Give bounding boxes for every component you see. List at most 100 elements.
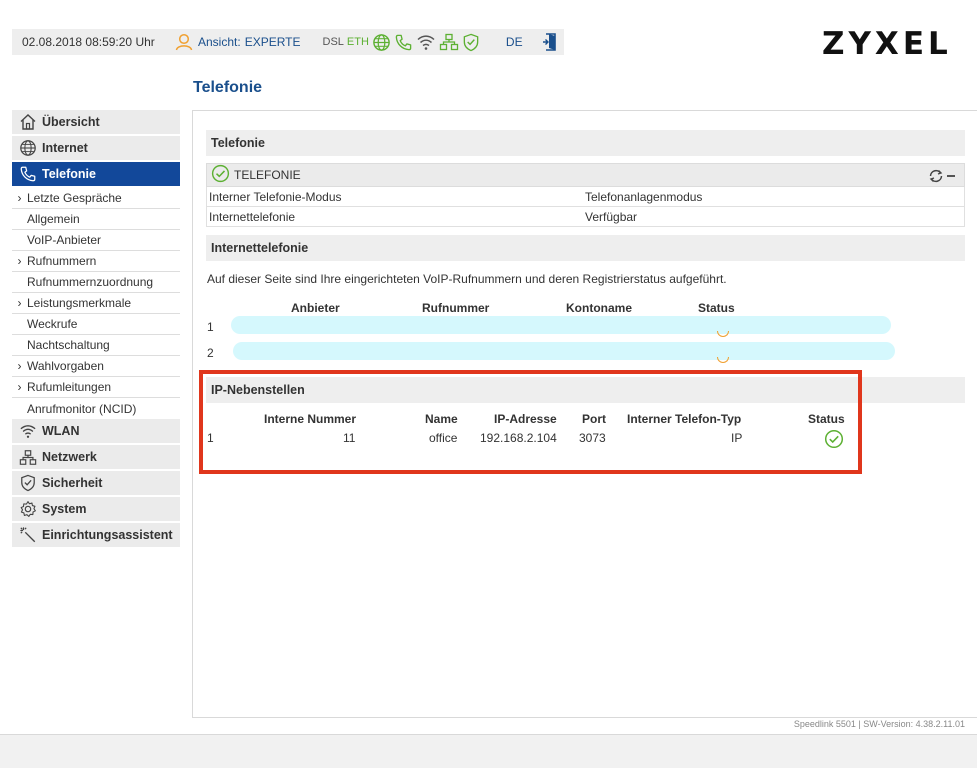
- sidebar-subitem-label: Nachtschaltung: [27, 338, 110, 352]
- status-bar: 02.08.2018 08:59:20 Uhr Ansicht: EXPERTE…: [12, 29, 564, 55]
- view-mode-link[interactable]: Ansicht: EXPERTE: [174, 33, 301, 51]
- shield-icon: [19, 474, 37, 492]
- column-header-telefon-typ: Interner Telefon-Typ: [627, 412, 742, 426]
- sidebar-item-label: Telefonie: [42, 167, 96, 181]
- connection-status: DSL ETH: [323, 33, 480, 52]
- globe-icon: [19, 139, 37, 157]
- phone-status-icon: [394, 33, 413, 52]
- chevron-right-icon: ›: [17, 191, 22, 205]
- column-header-name: Name: [425, 412, 458, 426]
- sidebar-subitem-label: Rufnummern: [27, 254, 97, 268]
- column-header-port: Port: [582, 412, 606, 426]
- sidebar-subitem-rufumleitungen[interactable]: › Rufumleitungen: [12, 377, 180, 398]
- dsl-label: DSL: [322, 36, 344, 48]
- sidebar-subitem-letzte-gespraeche[interactable]: › Letzte Gespräche: [12, 188, 180, 209]
- chevron-right-icon: ›: [17, 359, 22, 373]
- sidebar-item-system[interactable]: System: [12, 497, 180, 522]
- sidebar-item-label: Netzwerk: [42, 450, 97, 464]
- ip-row-port: 3073: [579, 431, 606, 445]
- internettelefonie-section-heading: Internettelefonie: [206, 235, 965, 261]
- sidebar-item-wlan[interactable]: WLAN: [12, 419, 180, 444]
- sidebar-subitem-label: Rufnummernzuordnung: [27, 275, 154, 289]
- collapse-icon[interactable]: [946, 168, 956, 187]
- internettelefonie-description: Auf dieser Seite sind Ihre eingerichtete…: [207, 272, 727, 286]
- sidebar-item-label: System: [42, 502, 87, 516]
- network-status-icon: [439, 33, 459, 51]
- info-key: Interner Telefonie-Modus: [209, 189, 342, 204]
- telefonie-info-row: Interner Telefonie-Modus Telefonanlagenm…: [206, 187, 965, 207]
- info-value: Verfügbar: [585, 209, 638, 224]
- column-header-rufnummer: Rufnummer: [422, 301, 490, 315]
- column-header-status: Status: [808, 412, 845, 426]
- column-header-kontoname: Kontoname: [566, 301, 632, 315]
- content-panel: Telefonie TELEFONIE Interner Telefonie-M…: [192, 110, 977, 718]
- sidebar-item-label: Internet: [42, 141, 88, 155]
- sidebar-subitem-rufnummern[interactable]: › Rufnummern: [12, 251, 180, 272]
- check-circle-icon: [824, 429, 844, 452]
- sidebar-subitem-label: Leistungsmerkmale: [27, 296, 132, 310]
- sidebar-item-sicherheit[interactable]: Sicherheit: [12, 471, 180, 496]
- logout-icon[interactable]: [542, 32, 560, 52]
- sidebar-subitem-nachtschaltung[interactable]: Nachtschaltung: [12, 335, 180, 356]
- wizard-icon: [19, 526, 37, 544]
- sidebar: Übersicht Internet Telefonie › Letzte Ges…: [12, 110, 180, 549]
- wifi-icon: [19, 422, 37, 440]
- sidebar-item-telefonie[interactable]: Telefonie: [12, 162, 180, 187]
- check-circle-icon: [211, 164, 230, 186]
- sidebar-subitem-anrufmonitor[interactable]: Anrufmonitor (NCID): [12, 398, 180, 419]
- user-icon: [174, 33, 194, 51]
- sidebar-item-uebersicht[interactable]: Übersicht: [12, 110, 180, 135]
- sidebar-item-label: Einrichtungsassistent: [42, 528, 173, 542]
- pending-status-icon: [717, 331, 729, 337]
- sidebar-item-label: Sicherheit: [42, 476, 103, 490]
- telefonie-info-row: Internettelefonie Verfügbar: [206, 207, 965, 227]
- datetime-text: 02.08.2018 08:59:20 Uhr: [22, 35, 155, 49]
- view-label: Ansicht:: [198, 35, 241, 49]
- wifi-status-icon: [416, 33, 436, 51]
- sidebar-subitem-label: Allgemein: [27, 212, 80, 226]
- network-icon: [19, 448, 37, 466]
- telefonie-panel-header: TELEFONIE: [206, 163, 965, 187]
- redacted-voip-row: [231, 316, 891, 334]
- chevron-right-icon: ›: [17, 380, 22, 394]
- voip-row-index: 2: [207, 346, 214, 360]
- language-selector[interactable]: DE: [506, 35, 542, 49]
- phone-icon: [19, 165, 37, 183]
- sidebar-subitem-label: Letzte Gespräche: [27, 191, 122, 205]
- version-text: Speedlink 5501 | SW-Version: 4.38.2.11.0…: [793, 719, 965, 729]
- page-title: Telefonie: [193, 79, 263, 96]
- column-header-ip-adresse: IP-Adresse: [494, 412, 557, 426]
- sidebar-subitem-weckrufe[interactable]: Weckrufe: [12, 314, 180, 335]
- refresh-icon[interactable]: [928, 168, 944, 187]
- eth-label: ETH: [346, 36, 369, 48]
- home-icon: [19, 113, 37, 131]
- ip-nebenstellen-section-heading: IP-Nebenstellen: [206, 377, 965, 403]
- voip-row-index: 1: [207, 320, 214, 334]
- chevron-right-icon: ›: [17, 296, 22, 310]
- ip-row-name: office: [429, 431, 458, 445]
- redacted-voip-row: [233, 342, 895, 360]
- column-header-status: Status: [698, 301, 735, 315]
- gear-icon: [19, 500, 37, 518]
- sidebar-subitem-rufnummernzuordnung[interactable]: Rufnummernzuordnung: [12, 272, 180, 293]
- sidebar-subitem-leistungsmerkmale[interactable]: › Leistungsmerkmale: [12, 293, 180, 314]
- sidebar-item-label: Übersicht: [42, 115, 100, 129]
- sidebar-subitem-label: Weckrufe: [27, 317, 78, 331]
- sidebar-subitem-voip-anbieter[interactable]: VoIP-Anbieter: [12, 230, 180, 251]
- sidebar-subitem-wahlvorgaben[interactable]: › Wahlvorgaben: [12, 356, 180, 377]
- sidebar-item-netzwerk[interactable]: Netzwerk: [12, 445, 180, 470]
- ip-row-number: 11: [343, 431, 356, 445]
- info-key: Internettelefonie: [209, 209, 296, 224]
- ip-row-ip-address: 192.168.2.104: [480, 431, 557, 445]
- sidebar-subitem-label: Rufumleitungen: [27, 380, 112, 394]
- info-value: Telefonanlagenmodus: [585, 189, 703, 204]
- telefonie-panel-label: TELEFONIE: [234, 168, 301, 182]
- sidebar-item-internet[interactable]: Internet: [12, 136, 180, 161]
- zyxel-logo: ZYXEL: [822, 26, 952, 62]
- sidebar-subitem-allgemein[interactable]: Allgemein: [12, 209, 180, 230]
- sidebar-item-label: WLAN: [42, 424, 80, 438]
- telefonie-section-heading: Telefonie: [206, 130, 965, 156]
- sidebar-item-einrichtungsassistent[interactable]: Einrichtungsassistent: [12, 523, 180, 548]
- bottom-bar: [0, 734, 977, 768]
- sidebar-subitem-label: Anrufmonitor (NCID): [27, 401, 137, 416]
